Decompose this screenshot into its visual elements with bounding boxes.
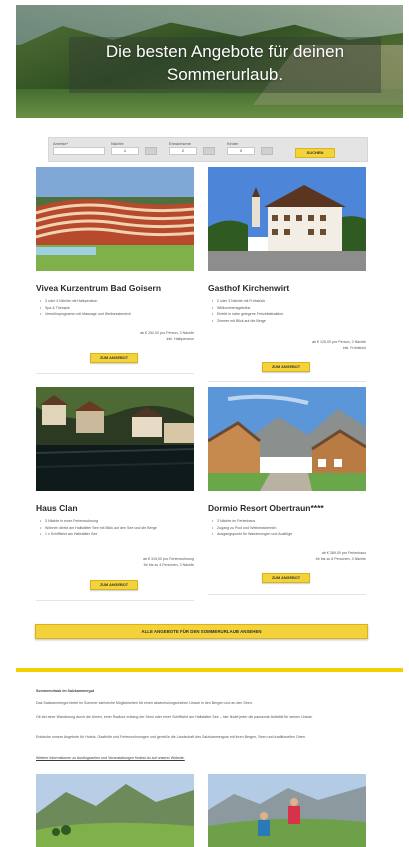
card-divider (36, 373, 194, 374)
search-button[interactable]: SUCHEN (295, 148, 335, 158)
feature-item: Eintritt in nahe gelegene Freizeitattrak… (212, 311, 362, 318)
offer-button[interactable]: ZUM ANGEBOT (262, 573, 310, 583)
price-line: für bis zu 4 Personen, 3 Nächte (143, 562, 194, 567)
feature-item: 3 oder 4 Nächte mit Halbpension (40, 298, 190, 305)
search-form: Anreise* Nächte 1 Erwachsene 2 Kinder 0 … (48, 137, 368, 162)
adults-field: Erwachsene 2 (169, 141, 215, 165)
hotel-price: ab € 125,00 pro Person, 2 Nächte inkl. F… (250, 340, 366, 351)
hotel-features: 3 Nächte im Ferienhaus Zugang zu Pool un… (212, 518, 364, 538)
summer-image-hikers[interactable] (208, 774, 366, 847)
children-stepper[interactable] (261, 147, 273, 155)
article-link[interactable]: Weitere Informationen zu Ausflugszielen … (36, 756, 185, 760)
cta-label: ALLE ANGEBOTE FÜR DEN SOMMERURLAUB ANSEH… (141, 629, 262, 634)
hotel-image-haus-clan[interactable] (36, 387, 194, 491)
adults-input[interactable]: 2 (169, 147, 197, 155)
feature-item: Zimmer mit Blick auf die Berge (212, 318, 362, 325)
feature-item: 3 Nächte im Ferienhaus (212, 518, 364, 525)
feature-item: Zugang zu Pool und Wellnessbereich (212, 525, 364, 532)
hero-title: Die besten Angebote für deinen Sommerurl… (69, 40, 381, 86)
feature-item: 1 x Schifffahrt am Hallstätter See (40, 531, 192, 538)
card-divider (208, 594, 366, 595)
article-paragraph: Entdecke unsere Angebote für Hotels, Gas… (36, 735, 306, 739)
hotel-features: 3 Nächte in einer Ferienwohnung Wohnen d… (40, 518, 192, 538)
feature-item: Ausgangspunkt für Wanderungen und Ausflü… (212, 531, 364, 538)
hero-title-line-2: Sommerurlaub. (166, 65, 284, 84)
hotel-name[interactable]: Vivea Kurzentrum Bad Goisern (36, 283, 161, 293)
summer-image-meadow[interactable] (36, 774, 194, 847)
article-heading: Sommerurlaub im Salzkammergut (36, 689, 95, 693)
feature-item: 2 oder 3 Nächte mit Frühstück (212, 298, 362, 305)
feature-item: Willkommensgetränk (212, 305, 362, 312)
all-offers-button[interactable]: ALLE ANGEBOTE FÜR DEN SOMMERURLAUB ANSEH… (35, 624, 368, 639)
feature-item: Spa & Therapie (40, 305, 190, 312)
nights-field: Nächte 1 (111, 141, 157, 165)
feature-item: Verwöhnprogramm mit Massage und Wellness… (40, 311, 190, 318)
hotel-image-vivea[interactable] (36, 167, 194, 271)
price-line: inkl. Frühstück (342, 345, 366, 350)
hotel-image-dormio[interactable] (208, 387, 366, 491)
hotel-name[interactable]: Dormio Resort Obertraun**** (208, 503, 324, 513)
article-paragraph: Ob bei einer Wanderung durch die Almen, … (36, 715, 313, 719)
offer-button[interactable]: ZUM ANGEBOT (262, 362, 310, 372)
hotel-name[interactable]: Haus Clan (36, 503, 78, 513)
hero-banner: Die besten Angebote für deinen Sommerurl… (16, 5, 403, 118)
card-divider (36, 600, 194, 601)
offer-button[interactable]: ZUM ANGEBOT (90, 580, 138, 590)
children-input[interactable]: 0 (227, 147, 255, 155)
hotel-image-kirchenwirt[interactable] (208, 167, 366, 271)
hotel-price: ab € 252,00 pro Person, 3 Nächte inkl. H… (80, 331, 194, 342)
nights-input[interactable]: 1 (111, 147, 139, 155)
offer-button[interactable]: ZUM ANGEBOT (90, 353, 138, 363)
hotel-features: 2 oder 3 Nächte mit Frühstück Willkommen… (212, 298, 362, 324)
hero-title-line-1: Die besten Angebote für deinen (105, 42, 345, 61)
hotel-features: 3 oder 4 Nächte mit Halbpension Spa & Th… (40, 298, 190, 318)
hotel-price: ab € 315,00 pro Ferienwohnung für bis zu… (60, 557, 194, 568)
section-divider (16, 668, 403, 672)
article-paragraph: Weitere Informationen zu Ausflugszielen … (36, 756, 368, 762)
nights-stepper[interactable] (145, 147, 157, 155)
hotel-price: ab € 389,00 pro Ferienhaus für bis zu 6 … (240, 551, 366, 562)
article-paragraph: Das Salzkammergut bietet im Sommer zahlr… (36, 701, 253, 705)
price-line: für bis zu 6 Personen, 3 Nächte (315, 556, 366, 561)
price-line: inkl. Halbpension (166, 336, 194, 341)
hotel-name[interactable]: Gasthof Kirchenwirt (208, 283, 289, 293)
feature-item: 3 Nächte in einer Ferienwohnung (40, 518, 192, 525)
adults-stepper[interactable] (203, 147, 215, 155)
card-divider (208, 381, 366, 382)
arrival-input[interactable] (53, 147, 105, 155)
feature-item: Wohnen direkt am Hallstätter See mit Bli… (40, 525, 192, 532)
children-field: Kinder 0 (227, 141, 273, 165)
arrival-field: Anreise* (53, 141, 105, 165)
